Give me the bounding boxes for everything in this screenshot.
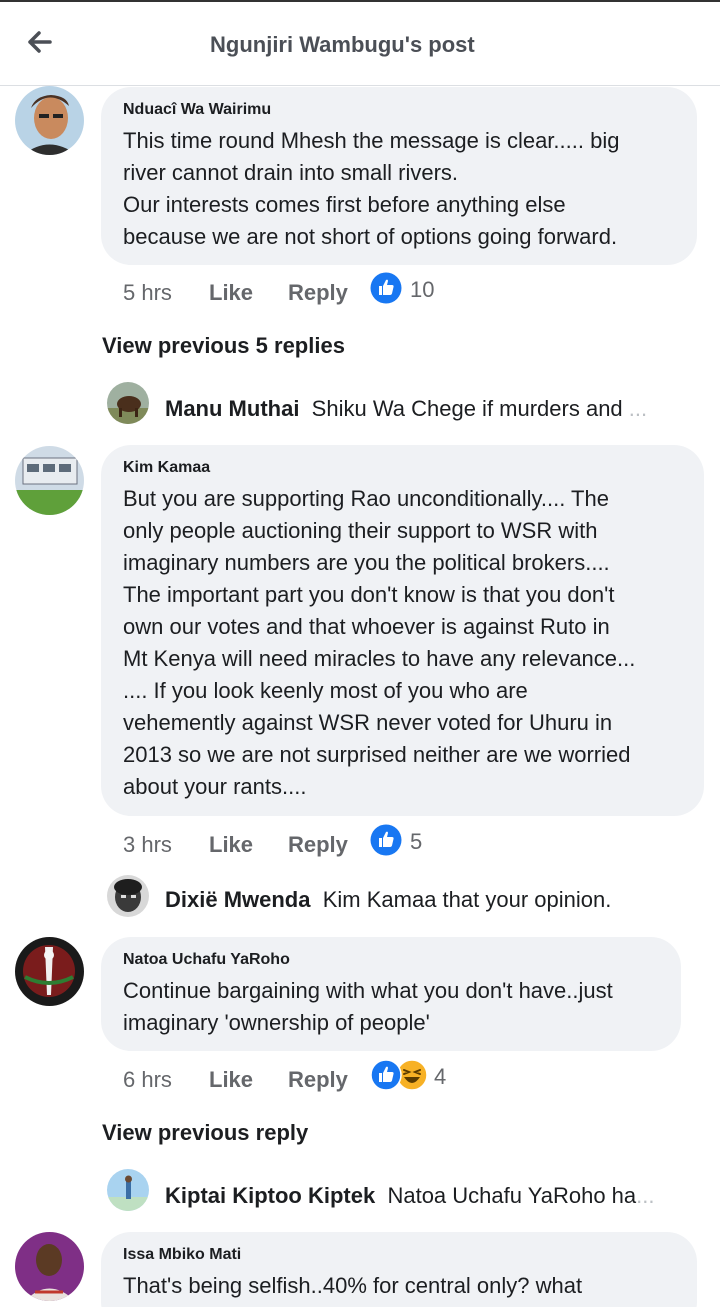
comment-bubble[interactable]: Kim Kamaa But you are supporting Rao unc… <box>101 445 704 816</box>
comment-time: 3 hrs <box>123 832 172 857</box>
comment-time: 5 hrs <box>123 280 172 305</box>
avatar[interactable] <box>15 1232 84 1301</box>
avatar[interactable] <box>107 382 149 424</box>
comment-bubble[interactable]: Nduacî Wa Wairimu This time round Mhesh … <box>101 87 697 265</box>
reply-text: Natoa Uchafu YaRoho ha <box>387 1183 637 1208</box>
like-button[interactable]: Like <box>209 280 253 306</box>
comment-author[interactable]: Natoa Uchafu YaRoho <box>123 951 290 969</box>
page-title: Ngunjiri Wambugu's post <box>210 32 475 57</box>
view-previous-replies[interactable]: View previous 5 replies <box>102 333 345 359</box>
comment-time: 6 hrs <box>123 1067 172 1092</box>
comment-author[interactable]: Kim Kamaa <box>123 459 210 477</box>
comment-author[interactable]: Nduacî Wa Wairimu <box>123 101 271 119</box>
reply-text: Shiku Wa Chege if murders and <box>311 396 623 421</box>
back-arrow-icon <box>28 31 52 53</box>
avatar[interactable] <box>107 875 149 917</box>
comment-text: This time round Mhesh the message is cle… <box>123 128 620 249</box>
comment-text: Continue bargaining with what you don't … <box>123 978 613 1035</box>
reply-button[interactable]: Reply <box>288 280 348 306</box>
reaction-count: 5 <box>410 829 423 854</box>
ellipsis: ... <box>636 1183 655 1208</box>
reply-author[interactable]: Dixië Mwenda <box>165 887 310 912</box>
back-button[interactable] <box>22 26 58 58</box>
reply-author[interactable]: Manu Muthai <box>165 396 299 421</box>
view-previous-replies[interactable]: View previous reply <box>102 1120 308 1146</box>
comment-text: That's being selfish..40% for central on… <box>123 1273 583 1298</box>
reactions[interactable] <box>370 1059 430 1093</box>
comment-bubble[interactable]: Issa Mbiko Mati That's being selfish..40… <box>101 1232 697 1307</box>
avatar[interactable] <box>15 937 84 1006</box>
reply-preview[interactable]: Dixië Mwenda Kim Kamaa that your opinion… <box>165 887 685 913</box>
reactions[interactable] <box>370 824 402 861</box>
like-button[interactable]: Like <box>209 1067 253 1093</box>
like-reaction-icon <box>370 1059 402 1091</box>
comment-text: But you are supporting Rao unconditional… <box>123 486 636 799</box>
reactions[interactable] <box>370 272 402 309</box>
avatar[interactable] <box>15 446 84 515</box>
reply-button[interactable]: Reply <box>288 1067 348 1093</box>
comment-author[interactable]: Issa Mbiko Mati <box>123 1246 241 1264</box>
like-reaction-icon <box>370 272 402 304</box>
reply-text: Kim Kamaa that your opinion. <box>322 887 612 912</box>
reply-preview[interactable]: Kiptai Kiptoo Kiptek Natoa Uchafu YaRoho… <box>165 1183 685 1209</box>
avatar[interactable] <box>15 86 84 155</box>
like-reaction-icon <box>370 824 402 856</box>
reply-preview[interactable]: Manu Muthai Shiku Wa Chege if murders an… <box>165 396 680 422</box>
avatar[interactable] <box>107 1169 149 1211</box>
reaction-count: 4 <box>434 1064 447 1089</box>
reply-button[interactable]: Reply <box>288 832 348 858</box>
like-button[interactable]: Like <box>209 832 253 858</box>
ellipsis: ... <box>628 396 648 421</box>
reply-author[interactable]: Kiptai Kiptoo Kiptek <box>165 1183 375 1208</box>
comment-bubble[interactable]: Natoa Uchafu YaRoho Continue bargaining … <box>101 937 681 1051</box>
reaction-count: 10 <box>410 277 435 302</box>
top-bar: Ngunjiri Wambugu's post <box>0 0 720 86</box>
